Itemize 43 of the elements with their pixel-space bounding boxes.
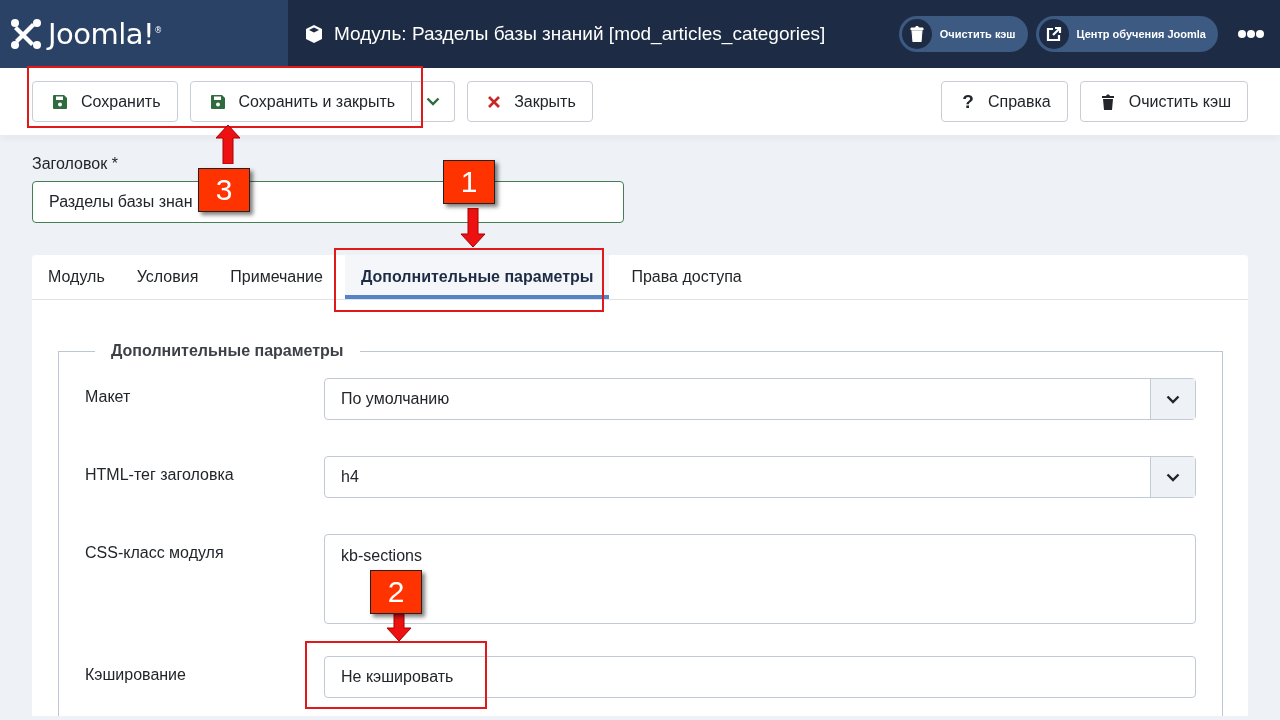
toolbar-button[interactable]: Сохранить и закрыть (189, 81, 413, 122)
callout-number: 1 (443, 160, 495, 204)
toolbar-button[interactable]: ? Справка (941, 81, 1068, 122)
header-button[interactable]: Очистить кэш (898, 16, 1028, 52)
field-label: HTML-тег заголовка (85, 465, 235, 485)
save-icon (210, 94, 225, 109)
toolbar-button[interactable]: Сохранить (32, 81, 178, 122)
logo-text: Joomla!$^{®}$ (48, 17, 162, 51)
field-label: Макет (85, 387, 132, 407)
header-button[interactable]: Центр обучения Joomla (1035, 16, 1218, 52)
arrow-icon (384, 614, 414, 642)
chevron-down-icon (426, 97, 441, 106)
page-title: Модуль: Разделы базы знаний [mod_articles_categories] (334, 23, 826, 45)
toolbar-button[interactable]: Очистить кэш (1079, 81, 1248, 122)
external-link-icon (1045, 26, 1062, 42)
fieldset-legend: Дополнительные параметры (95, 342, 360, 360)
select-field[interactable]: По умолчанию (324, 378, 1196, 420)
tab[interactable]: Права доступа (615, 255, 758, 299)
chevron-down-icon (1166, 472, 1180, 482)
arrow-icon (213, 124, 243, 164)
save-icon (53, 94, 67, 109)
more-icon[interactable] (1238, 30, 1264, 38)
help-icon: ? (962, 90, 974, 113)
select-field[interactable]: h4 (324, 456, 1196, 498)
arrow-icon (458, 208, 488, 248)
tab[interactable]: Условия (120, 255, 215, 299)
callout-number: 3 (198, 168, 250, 212)
logo-icon (10, 18, 42, 50)
close-icon (488, 95, 501, 108)
callout-number: 2 (370, 570, 422, 614)
field-label: Заголовок * (32, 155, 119, 173)
cube-icon (304, 24, 324, 44)
field-label: Кэширование (85, 665, 187, 685)
tab[interactable]: Примечание (214, 255, 339, 299)
tab[interactable]: Модуль (32, 255, 121, 299)
select-field[interactable]: Не кэшировать (324, 656, 1196, 698)
chevron-down-icon (1166, 394, 1180, 404)
trash-icon (909, 26, 924, 42)
toolbar-button[interactable]: Закрыть (467, 81, 593, 122)
field-label: CSS-класс модуля (85, 543, 225, 563)
tab[interactable]: Дополнительные параметры (344, 255, 610, 299)
trash-icon (1100, 93, 1115, 110)
dropdown-toggle[interactable] (412, 81, 456, 122)
